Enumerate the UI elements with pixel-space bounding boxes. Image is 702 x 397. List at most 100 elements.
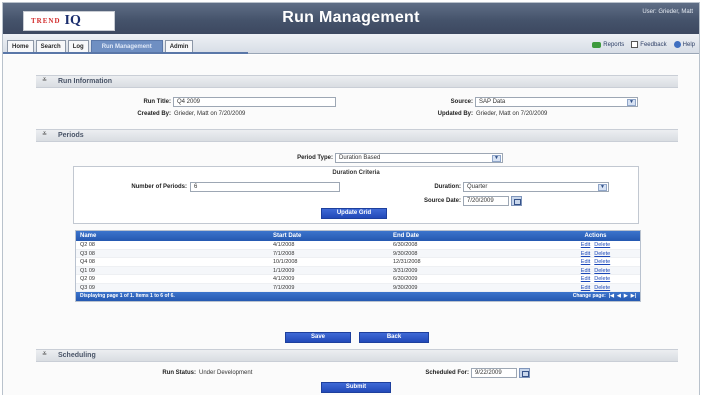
col-start-header[interactable]: Start Date bbox=[271, 231, 391, 241]
edit-link[interactable]: Edit bbox=[581, 285, 590, 291]
table-row: Q3 08 7/1/2008 9/30/2008 Edit Delete bbox=[76, 249, 640, 258]
help-icon bbox=[673, 41, 681, 48]
collapse-icon[interactable]: ≚ bbox=[42, 132, 48, 138]
duration-select[interactable]: Quarter ▼ bbox=[463, 182, 609, 192]
period-type-select[interactable]: Duration Based ▼ bbox=[335, 153, 503, 163]
col-actions-header: Actions bbox=[584, 233, 607, 239]
edit-link[interactable]: Edit bbox=[581, 268, 590, 274]
reports-link[interactable]: Reports bbox=[592, 41, 624, 48]
run-info-header[interactable]: ≚ Run Information bbox=[36, 75, 678, 88]
period-type-label: Period Type: bbox=[297, 155, 333, 161]
chevron-down-icon: ▼ bbox=[627, 99, 636, 106]
calendar-icon[interactable] bbox=[511, 196, 522, 206]
cell-start: 4/1/2009 bbox=[273, 276, 295, 282]
run-status-value: Under Development bbox=[199, 370, 253, 376]
pager: Change page: |◀ ◀ ▶ ▶| bbox=[573, 292, 636, 301]
source-select[interactable]: SAP Data ▼ bbox=[475, 97, 638, 107]
chevron-down-icon: ▼ bbox=[598, 184, 607, 191]
feedback-icon bbox=[631, 41, 639, 48]
table-footer: Displaying page 1 of 1. Items 1 to 6 of … bbox=[76, 292, 640, 301]
cell-name: Q3 09 bbox=[80, 284, 95, 291]
first-page-icon[interactable]: |◀ bbox=[609, 292, 614, 301]
nav-links: Reports Feedback Help bbox=[592, 41, 695, 48]
delete-link[interactable]: Delete bbox=[594, 268, 610, 274]
delete-link[interactable]: Delete bbox=[594, 285, 610, 291]
cell-actions: Edit Delete bbox=[551, 267, 640, 275]
tab-underline bbox=[3, 52, 248, 54]
cell-actions: Edit Delete bbox=[551, 284, 640, 292]
cell-end: 3/31/2009 bbox=[393, 267, 418, 274]
scheduled-for-label: Scheduled For: bbox=[425, 370, 469, 376]
cell-actions: Edit Delete bbox=[551, 241, 640, 249]
edit-link[interactable]: Edit bbox=[581, 259, 590, 265]
delete-link[interactable]: Delete bbox=[594, 259, 610, 265]
table-row: Q1 09 1/1/2009 3/31/2009 Edit Delete bbox=[76, 266, 640, 275]
cell-actions: Edit Delete bbox=[551, 258, 640, 266]
periods-table: Name Start Date End Date Actions Q2 08 4… bbox=[75, 230, 641, 302]
pagination-summary: Displaying page 1 of 1. Items 1 to 6 of … bbox=[80, 293, 175, 299]
help-link[interactable]: Help bbox=[673, 41, 695, 48]
app-window: TREND IQ Run Management User: Grieder, M… bbox=[2, 2, 700, 395]
cell-name: Q1 09 bbox=[80, 267, 95, 274]
col-end-header[interactable]: End Date bbox=[391, 231, 551, 241]
source-label: Source: bbox=[450, 99, 473, 105]
run-title-input[interactable]: Q4 2009 bbox=[173, 97, 336, 107]
cell-start: 1/1/2009 bbox=[273, 267, 295, 274]
scheduling-header[interactable]: ≚ Scheduling bbox=[36, 349, 678, 362]
cell-start: 7/1/2009 bbox=[273, 284, 295, 291]
main-content: ≚ Run Information Run Title: Q4 2009 Sou… bbox=[3, 55, 699, 395]
cell-start: 7/1/2008 bbox=[273, 250, 295, 257]
save-button[interactable]: Save bbox=[285, 332, 351, 343]
change-page-label: Change page: bbox=[572, 293, 606, 299]
reports-link-label: Reports bbox=[603, 41, 625, 48]
col-name-header[interactable]: Name bbox=[76, 231, 271, 241]
delete-link[interactable]: Delete bbox=[594, 242, 610, 248]
run-info-title: Run Information bbox=[58, 78, 113, 85]
delete-link[interactable]: Delete bbox=[594, 276, 610, 282]
cell-actions: Edit Delete bbox=[551, 275, 640, 283]
periods-header[interactable]: ≚ Periods bbox=[36, 129, 678, 142]
cell-actions: Edit Delete bbox=[551, 250, 640, 258]
edit-link[interactable]: Edit bbox=[581, 276, 590, 282]
page-title: Run Management bbox=[282, 9, 420, 26]
last-page-icon[interactable]: ▶| bbox=[631, 292, 636, 301]
cell-name: Q2 09 bbox=[80, 276, 95, 282]
table-header: Name Start Date End Date Actions bbox=[76, 231, 640, 241]
num-periods-label: Number of Periods: bbox=[131, 184, 187, 190]
duration-value: Quarter bbox=[467, 184, 488, 190]
cell-end: 6/30/2008 bbox=[393, 242, 418, 248]
scheduled-for-input[interactable]: 9/22/2009 bbox=[471, 368, 517, 378]
collapse-icon[interactable]: ≚ bbox=[42, 78, 48, 84]
cell-name: Q4 08 bbox=[80, 259, 95, 265]
feedback-link-label: Feedback bbox=[640, 41, 667, 48]
scheduling-title: Scheduling bbox=[58, 352, 96, 359]
cell-end: 9/30/2008 bbox=[393, 250, 418, 257]
back-button[interactable]: Back bbox=[359, 332, 429, 343]
table-body: Q2 08 4/1/2008 6/30/2008 Edit Delete Q3 0… bbox=[76, 241, 640, 292]
calendar-icon[interactable] bbox=[519, 368, 530, 378]
source-date-input[interactable]: 7/20/2009 bbox=[463, 196, 509, 206]
reports-icon bbox=[592, 41, 602, 48]
table-row: Q4 08 10/1/2008 12/31/2008 Edit Delete bbox=[76, 258, 640, 267]
edit-link[interactable]: Edit bbox=[581, 242, 590, 248]
duration-label: Duration: bbox=[434, 184, 461, 190]
table-row: Q2 09 4/1/2009 6/30/2009 Edit Delete bbox=[76, 275, 640, 284]
nav-bar: Home Search Log Run Management Admin Rep… bbox=[3, 34, 699, 54]
feedback-link[interactable]: Feedback bbox=[631, 41, 667, 48]
app-header: TREND IQ Run Management User: Grieder, M… bbox=[3, 3, 699, 34]
submit-button[interactable]: Submit bbox=[321, 382, 391, 393]
next-page-icon[interactable]: ▶ bbox=[624, 292, 628, 301]
run-status-label: Run Status: bbox=[162, 370, 196, 376]
created-by-value: Grieder, Matt on 7/20/2009 bbox=[174, 111, 246, 117]
edit-link[interactable]: Edit bbox=[581, 251, 590, 257]
cell-start: 10/1/2008 bbox=[273, 259, 298, 265]
collapse-icon[interactable]: ≚ bbox=[42, 352, 48, 358]
update-grid-button[interactable]: Update Grid bbox=[321, 208, 387, 219]
prev-page-icon[interactable]: ◀ bbox=[617, 292, 621, 301]
periods-title: Periods bbox=[58, 132, 84, 139]
num-periods-input[interactable]: 6 bbox=[190, 182, 340, 192]
delete-link[interactable]: Delete bbox=[594, 251, 610, 257]
cell-end: 12/31/2008 bbox=[393, 259, 421, 265]
duration-criteria-title: Duration Criteria bbox=[332, 170, 380, 176]
table-row: Q2 08 4/1/2008 6/30/2008 Edit Delete bbox=[76, 241, 640, 250]
